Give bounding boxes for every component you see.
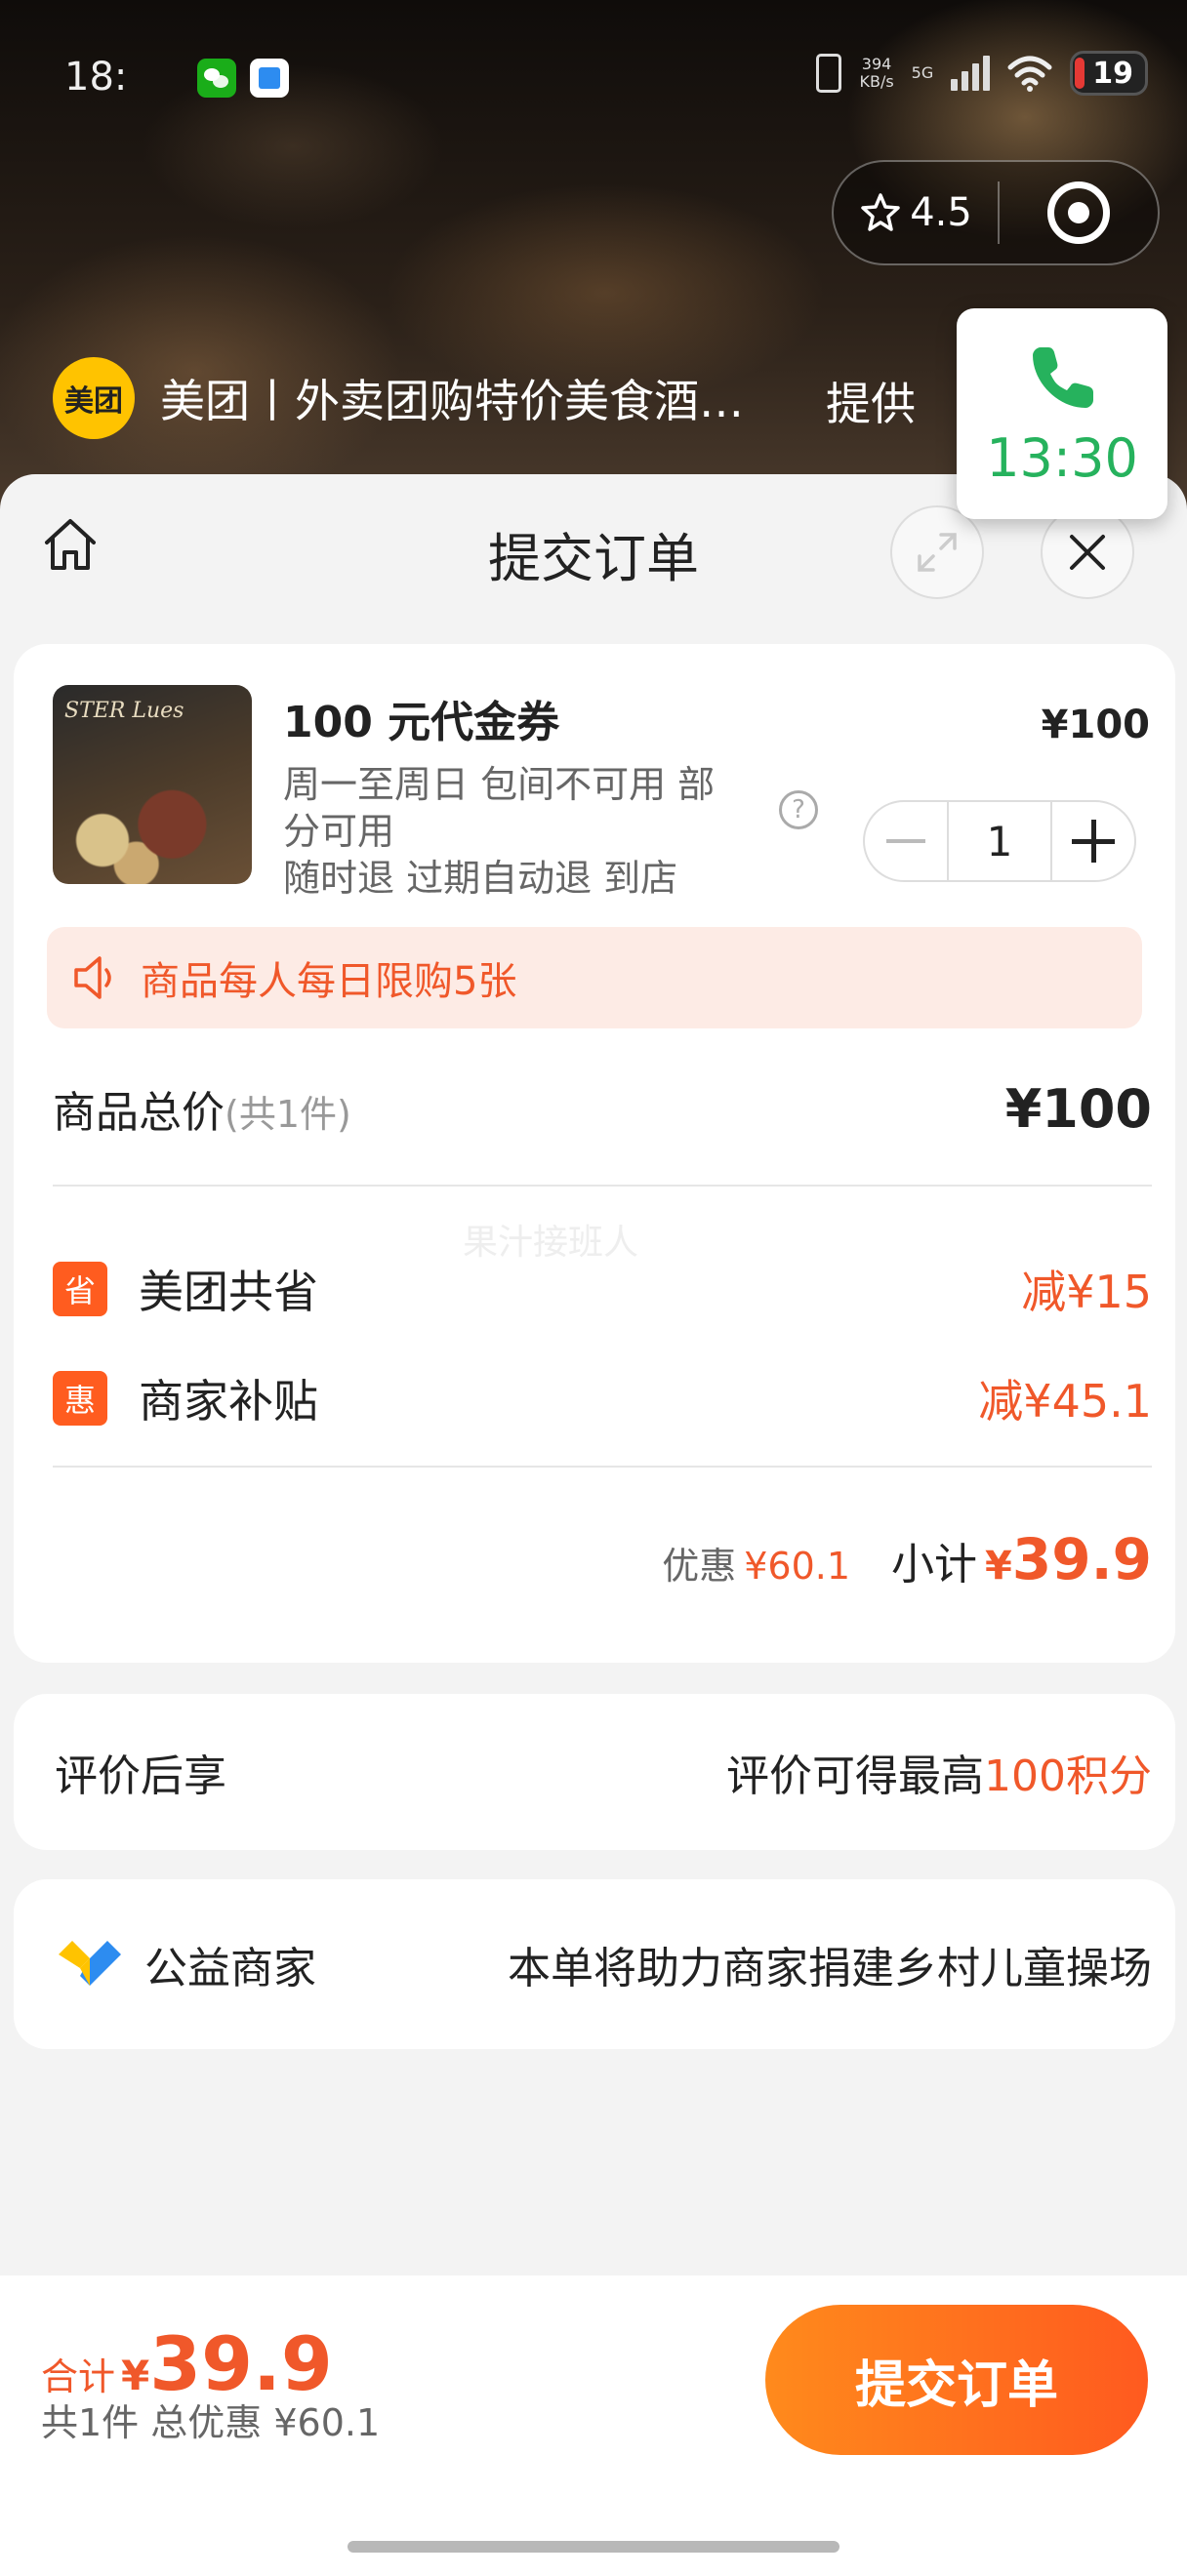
- quantity-value[interactable]: 1: [947, 802, 1052, 880]
- discount-label: 商家补贴: [139, 1375, 318, 1428]
- subtotal-label: 小计: [891, 1540, 978, 1590]
- review-points: 100积分: [984, 1751, 1152, 1801]
- charity-heart-icon: [59, 1941, 121, 1986]
- wechat-notification-icon: [197, 59, 236, 98]
- decrease-quantity-button[interactable]: [865, 802, 947, 880]
- close-button[interactable]: [1041, 505, 1134, 599]
- battery-icon: 19: [1070, 51, 1148, 96]
- order-summary: 共1件 总优惠 ¥60.1: [41, 2401, 381, 2444]
- source-row[interactable]: 美团 美团丨外卖团购特价美食酒…: [53, 357, 744, 439]
- mini-program-close-button[interactable]: [1000, 181, 1158, 244]
- product-desc-line: 随时退 过期自动退 到店: [283, 857, 678, 900]
- network-speed-value: 394: [861, 55, 892, 73]
- vibrate-icon: [816, 54, 842, 93]
- expand-button[interactable]: [890, 505, 984, 599]
- order-card: STER Lues 100 元代金券 ¥100 周一至周日 包间不可用 部 分可…: [14, 644, 1175, 1663]
- product-desc-line: 周一至周日 包间不可用 部: [283, 763, 716, 806]
- meituan-logo: 美团: [53, 357, 135, 439]
- item-count: (共1件): [225, 1093, 351, 1136]
- minus-icon: [886, 839, 925, 843]
- status-time: 18:: [64, 55, 128, 100]
- wifi-icon: [1007, 56, 1052, 92]
- product-description: 周一至周日 包间不可用 部 分可用 随时退 过期自动退 到店: [283, 761, 771, 902]
- source-provider-label: 提供: [826, 378, 916, 430]
- quantity-stepper: 1: [863, 800, 1136, 882]
- discount-value: 减¥45.1: [978, 1375, 1152, 1428]
- expand-icon: [918, 533, 957, 572]
- page-title: 提交订单: [488, 528, 699, 589]
- total-price-value: ¥100: [1004, 1077, 1152, 1140]
- app-notification-icon: [250, 59, 289, 98]
- discount-value: 减¥15: [1021, 1266, 1152, 1318]
- battery-level: 19: [1092, 56, 1133, 91]
- speaker-icon: [74, 956, 111, 999]
- divider: [53, 1466, 1152, 1468]
- status-bar: 18: 394 KB/s 5G 19: [0, 0, 1187, 146]
- rating-value: 4.5: [910, 190, 972, 235]
- signal-icon: [951, 56, 991, 91]
- discount-label: 美团共省: [139, 1266, 318, 1318]
- review-reward-text: 评价可得最高: [726, 1751, 985, 1801]
- total-price-row: 商品总价(共1件) ¥100: [53, 1073, 1152, 1144]
- product-image: STER Lues: [53, 685, 252, 884]
- charity-label: 公益商家: [144, 1944, 316, 1993]
- call-widget[interactable]: 13:30: [957, 308, 1167, 519]
- phone-icon: [1033, 346, 1093, 408]
- discount-row-merchant: 惠 商家补贴 减¥45.1: [53, 1364, 1152, 1432]
- home-indicator[interactable]: [348, 2541, 839, 2553]
- charity-description: 本单将助力商家捐建乡村儿童操场: [508, 1944, 1152, 1993]
- submit-order-button[interactable]: 提交订单: [765, 2305, 1148, 2455]
- rating-button[interactable]: 4.5: [834, 190, 998, 235]
- star-icon: [861, 193, 900, 231]
- increase-quantity-button[interactable]: [1052, 802, 1134, 880]
- discount-row-meituan: 省 美团共省 减¥15: [53, 1255, 1152, 1323]
- divider: [53, 1185, 1152, 1187]
- network-speed: 394 KB/s: [859, 56, 893, 91]
- purchase-limit-banner: 商品每人每日限购5张: [47, 927, 1142, 1028]
- subtotal-currency: ¥: [985, 1544, 1012, 1589]
- discount-badge: 惠: [53, 1371, 107, 1426]
- subtotal-row: 优惠 ¥60.1 小计 ¥ 39.9: [662, 1526, 1152, 1592]
- network-type: 5G: [911, 63, 934, 82]
- close-icon: [1070, 535, 1105, 570]
- product-name: 100 元代金券: [283, 698, 560, 747]
- product-image-text: STER Lues: [64, 699, 184, 723]
- target-icon: [1047, 181, 1110, 244]
- charity-card[interactable]: 公益商家 本单将助力商家捐建乡村儿童操场: [14, 1879, 1175, 2049]
- review-label: 评价后享: [55, 1751, 226, 1801]
- checkout-bar: 合计 ¥ 39.9 共1件 总优惠 ¥60.1 提交订单: [0, 2275, 1187, 2576]
- saving-value: ¥60.1: [744, 1545, 851, 1588]
- discount-badge: 省: [53, 1262, 107, 1316]
- subtotal-value: 39.9: [1011, 1526, 1152, 1592]
- saving-label: 优惠: [662, 1545, 737, 1588]
- source-title: 美团丨外卖团购特价美食酒…: [160, 375, 744, 427]
- product-desc-line: 分可用: [283, 810, 395, 853]
- total-price-label: 商品总价: [53, 1088, 225, 1138]
- mini-program-capsule: 4.5: [832, 160, 1160, 265]
- order-sheet: 提交订单 STER Lues 100 元代金券 ¥100 周一至周日 包间不可用…: [0, 474, 1187, 2576]
- review-reward-card[interactable]: 评价后享 评价可得最高 100积分: [14, 1694, 1175, 1850]
- purchase-limit-text: 商品每人每日限购5张: [141, 959, 517, 1004]
- product-price: ¥100: [1041, 703, 1150, 747]
- call-duration: 13:30: [986, 426, 1138, 489]
- status-indicators: 394 KB/s 5G 19: [816, 51, 1148, 96]
- network-speed-unit: KB/s: [859, 72, 894, 91]
- help-icon[interactable]: ?: [779, 790, 818, 829]
